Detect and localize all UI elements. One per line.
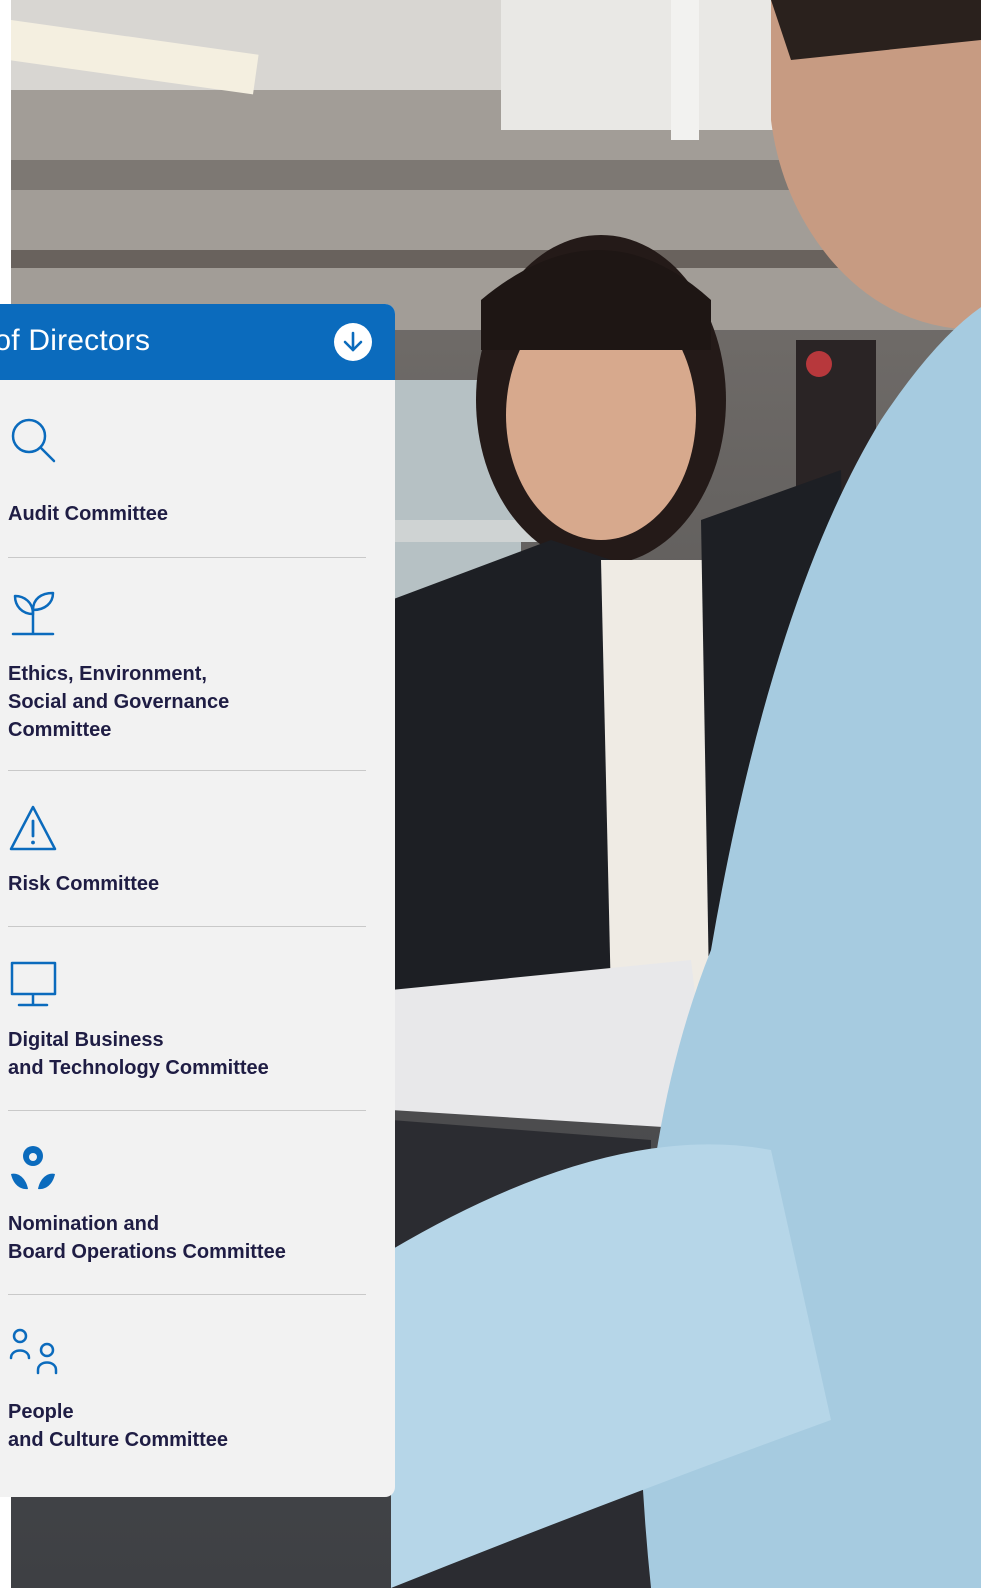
committee-label: Risk Committee — [8, 870, 159, 898]
committee-item-digital[interactable]: Digital Business and Technology Committe… — [0, 960, 366, 1100]
committee-item-people[interactable]: People and Culture Committee — [0, 1328, 366, 1468]
committee-item-risk[interactable]: Risk Committee — [0, 804, 366, 924]
people-icon — [9, 1328, 58, 1375]
sprout-icon — [11, 591, 55, 636]
committee-label-line: Social and Governance — [8, 691, 230, 713]
committee-label-line: and Technology Committee — [8, 1057, 269, 1079]
expand-button[interactable] — [334, 323, 372, 361]
divider — [8, 926, 366, 927]
committee-label-line: Nomination and — [8, 1213, 160, 1235]
committee-item-nomination[interactable]: Nomination and Board Operations Committe… — [0, 1144, 366, 1284]
committee-label: Digital Business and Technology Committe… — [8, 1026, 269, 1082]
warning-triangle-icon — [9, 805, 57, 851]
committee-label-line: People — [8, 1401, 74, 1423]
committee-panel: d of Directors Audit Committee Ethics, E… — [0, 304, 395, 1497]
committee-label-line: Risk Committee — [8, 873, 160, 895]
committee-item-ethics[interactable]: Ethics, Environment, Social and Governan… — [0, 590, 366, 764]
committee-label-line: Ethics, Environment, — [8, 663, 207, 685]
committee-label: Nomination and Board Operations Committe… — [8, 1210, 286, 1266]
divider — [8, 770, 366, 771]
committee-label: Ethics, Environment, Social and Governan… — [8, 660, 229, 744]
committee-label-line: and Culture Committee — [8, 1429, 229, 1451]
nomination-icon — [11, 1146, 55, 1190]
divider — [8, 1294, 366, 1295]
committee-label-line: Digital Business — [8, 1029, 164, 1051]
committee-label: Audit Committee — [8, 500, 168, 528]
committee-label-line: Board Operations Committee — [8, 1241, 286, 1263]
panel-header[interactable]: d of Directors — [0, 304, 395, 380]
arrow-down-circle-icon — [343, 331, 363, 352]
panel-title: d of Directors — [0, 324, 151, 357]
committee-label: People and Culture Committee — [8, 1398, 228, 1454]
committee-label-line: Audit Committee — [8, 503, 168, 525]
monitor-icon — [10, 961, 57, 1007]
magnifier-icon — [11, 418, 56, 463]
committee-item-audit[interactable]: Audit Committee — [0, 416, 366, 560]
divider — [8, 557, 366, 558]
committee-label-line: Committee — [8, 719, 112, 741]
divider — [8, 1110, 366, 1111]
